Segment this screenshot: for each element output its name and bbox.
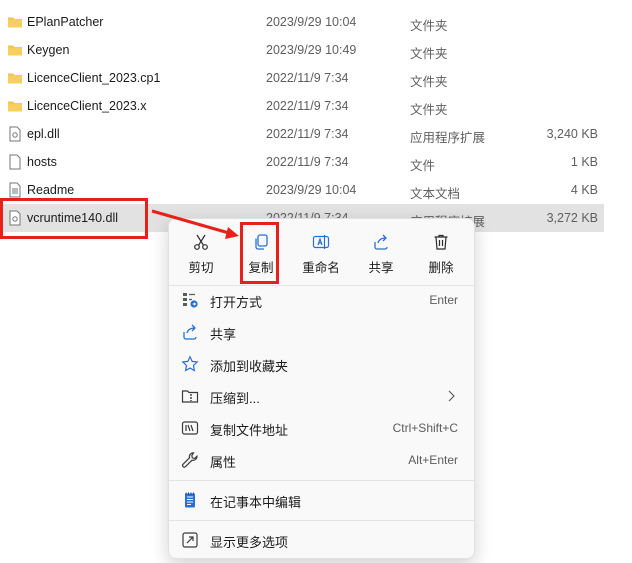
annotation-arrow	[151, 209, 239, 239]
